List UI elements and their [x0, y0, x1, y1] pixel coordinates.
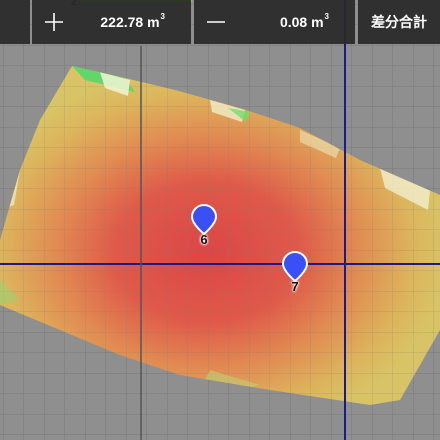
heatmap-canvas[interactable]	[0, 0, 440, 440]
diff-total-button[interactable]: 差分合計	[358, 0, 440, 44]
marker-label: 6	[200, 232, 208, 247]
cut-volume-value: 222.78 m3	[100, 12, 165, 30]
fill-volume-button[interactable]: 0.08 m3	[194, 0, 355, 44]
toolbar-left-cap	[0, 0, 30, 44]
volume-toolbar: 2 222.78 m3 0.08 m3 差分合計	[0, 0, 440, 46]
plus-icon	[45, 13, 63, 31]
marker-label: 7	[291, 279, 299, 294]
location-marker[interactable]: 7	[280, 251, 310, 299]
minus-icon	[207, 21, 225, 23]
fill-volume-value: 0.08 m3	[279, 12, 329, 30]
location-marker[interactable]: 6	[189, 204, 219, 252]
diff-total-label: 差分合計	[371, 15, 427, 31]
cut-volume-button[interactable]: 222.78 m3	[32, 0, 191, 44]
